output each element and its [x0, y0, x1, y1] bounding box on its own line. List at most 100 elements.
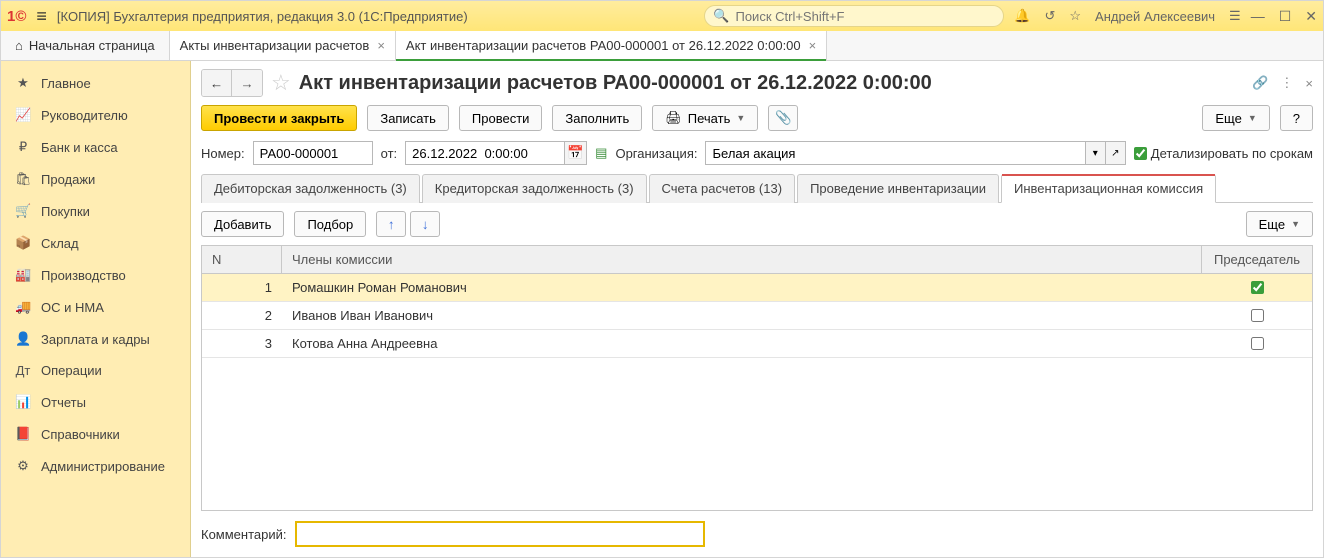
global-search[interactable]: 🔍 [704, 5, 1004, 27]
org-dropdown-button[interactable]: ▾ [1086, 141, 1106, 165]
col-chair[interactable]: Председатель [1202, 246, 1312, 273]
fill-button[interactable]: Заполнить [552, 105, 642, 131]
factory-icon: 🏭 [15, 267, 31, 283]
home-tab[interactable]: ⌂ Начальная страница [1, 31, 170, 60]
tab-inventory[interactable]: Проведение инвентаризации [797, 174, 999, 203]
tab-commission[interactable]: Инвентаризационная комиссия [1001, 174, 1216, 203]
book-icon: 📕 [15, 426, 31, 442]
ruble-icon: ₽ [15, 139, 31, 155]
chair-checkbox[interactable] [1251, 309, 1264, 322]
pick-button[interactable]: Подбор [294, 211, 366, 237]
ledger-icon: Дт [15, 363, 31, 378]
detail-by-terms[interactable]: Детализировать по срокам [1134, 146, 1313, 161]
record-button[interactable]: Записать [367, 105, 449, 131]
document-toolbar: Провести и закрыть Записать Провести Зап… [201, 105, 1313, 131]
table-header: N Члены комиссии Председатель [202, 246, 1312, 274]
attachments-button[interactable]: 📎 [768, 105, 798, 131]
sidebar-item-hr[interactable]: 👤Зарплата и кадры [1, 323, 190, 355]
help-button[interactable]: ? [1280, 105, 1313, 131]
commission-table: N Члены комиссии Председатель 1 Ромашкин… [201, 245, 1313, 511]
app-logo: 1© [7, 8, 26, 25]
home-icon: ⌂ [15, 38, 23, 53]
kebab-icon[interactable]: ⋮ [1280, 75, 1293, 91]
titlebar: 1© ≡ [КОПИЯ] Бухгалтерия предприятия, ре… [1, 1, 1323, 31]
calendar-icon[interactable]: 📅 [565, 141, 587, 165]
post-and-close-button[interactable]: Провести и закрыть [201, 105, 357, 131]
chair-checkbox[interactable] [1251, 337, 1264, 350]
link-icon[interactable]: 🔗 [1252, 75, 1268, 91]
sidebar-item-production[interactable]: 🏭Производство [1, 259, 190, 291]
forward-button[interactable]: → [232, 70, 262, 96]
star-icon[interactable]: ☆ [1069, 8, 1081, 24]
move-up-button[interactable]: ↑ [376, 211, 406, 237]
org-ref-icon[interactable]: ▤ [595, 145, 607, 161]
close-icon[interactable]: × [809, 38, 817, 53]
chair-checkbox[interactable] [1251, 281, 1264, 294]
close-doc-icon[interactable]: × [1305, 76, 1313, 91]
star-icon: ★ [15, 75, 31, 91]
home-tab-label: Начальная страница [29, 38, 155, 53]
sidebar-item-directories[interactable]: 📕Справочники [1, 418, 190, 450]
close-button[interactable]: ✕ [1305, 8, 1317, 25]
col-members[interactable]: Члены комиссии [282, 246, 1202, 273]
sidebar-item-main[interactable]: ★Главное [1, 67, 190, 99]
col-number[interactable]: N [202, 246, 282, 273]
favorite-icon[interactable]: ☆ [271, 70, 291, 96]
sidebar-item-sales[interactable]: 🛍Продажи [1, 163, 190, 195]
add-button[interactable]: Добавить [201, 211, 284, 237]
table-toolbar: Добавить Подбор ↑ ↓ Еще▼ [201, 203, 1313, 245]
chevron-down-icon: ▼ [736, 113, 745, 123]
more-button[interactable]: Еще▼ [1202, 105, 1269, 131]
document-title: Акт инвентаризации расчетов РА00-000001 … [299, 72, 932, 95]
gear-icon: ⚙ [15, 458, 31, 474]
tab-payables[interactable]: Кредиторская задолженность (3) [422, 174, 647, 203]
move-down-button[interactable]: ↓ [410, 211, 440, 237]
date-field[interactable] [405, 141, 565, 165]
org-open-button[interactable]: ↗ [1106, 141, 1126, 165]
tab-acts-list[interactable]: Акты инвентаризации расчетов × [170, 31, 396, 60]
sidebar-item-warehouse[interactable]: 📦Склад [1, 227, 190, 259]
app-title: [КОПИЯ] Бухгалтерия предприятия, редакци… [57, 9, 468, 24]
sidebar-item-bank[interactable]: ₽Банк и касса [1, 131, 190, 163]
close-icon[interactable]: × [377, 38, 385, 53]
back-button[interactable]: ← [202, 70, 232, 96]
table-row[interactable]: 3 Котова Анна Андреевна [202, 330, 1312, 358]
chevron-down-icon: ▼ [1291, 219, 1300, 229]
document-tabs: Дебиторская задолженность (3) Кредиторск… [201, 173, 1313, 203]
bag-icon: 🛍 [15, 171, 31, 187]
table-row[interactable]: 1 Ромашкин Роман Романович [202, 274, 1312, 302]
history-icon[interactable]: ↺ [1044, 8, 1055, 24]
sidebar-item-purchases[interactable]: 🛒Покупки [1, 195, 190, 227]
user-name[interactable]: Андрей Алексеевич [1095, 9, 1215, 24]
minimize-button[interactable]: — [1251, 8, 1265, 24]
tab-receivables[interactable]: Дебиторская задолженность (3) [201, 174, 420, 203]
organization-label: Организация: [615, 146, 697, 161]
bars-icon: 📊 [15, 394, 31, 410]
detail-checkbox[interactable] [1134, 147, 1147, 160]
sidebar-item-operations[interactable]: ДтОперации [1, 355, 190, 386]
printer-icon: 🖨 [665, 110, 682, 126]
comment-row: Комментарий: [201, 521, 1313, 547]
comment-label: Комментарий: [201, 527, 287, 542]
sidebar-item-assets[interactable]: 🚚ОС и НМА [1, 291, 190, 323]
post-button[interactable]: Провести [459, 105, 543, 131]
user-menu-icon[interactable]: ☰ [1229, 8, 1241, 24]
search-icon: 🔍 [713, 8, 729, 24]
bell-icon[interactable]: 🔔 [1014, 8, 1030, 24]
number-field[interactable] [253, 141, 373, 165]
tab-act-document[interactable]: Акт инвентаризации расчетов РА00-000001 … [396, 31, 827, 60]
sidebar-item-reports[interactable]: 📊Отчеты [1, 386, 190, 418]
sidebar-item-admin[interactable]: ⚙Администрирование [1, 450, 190, 482]
search-input[interactable] [735, 9, 995, 24]
person-icon: 👤 [15, 331, 31, 347]
table-more-button[interactable]: Еще▼ [1246, 211, 1313, 237]
comment-field[interactable] [295, 521, 705, 547]
organization-field[interactable] [705, 141, 1085, 165]
main-menu-icon[interactable]: ≡ [36, 6, 47, 27]
print-button[interactable]: 🖨Печать▼ [652, 105, 758, 131]
sidebar-item-manager[interactable]: 📈Руководителю [1, 99, 190, 131]
table-row[interactable]: 2 Иванов Иван Иванович [202, 302, 1312, 330]
maximize-button[interactable]: ☐ [1279, 8, 1292, 25]
tab-accounts[interactable]: Счета расчетов (13) [649, 174, 796, 203]
cart-icon: 🛒 [15, 203, 31, 219]
